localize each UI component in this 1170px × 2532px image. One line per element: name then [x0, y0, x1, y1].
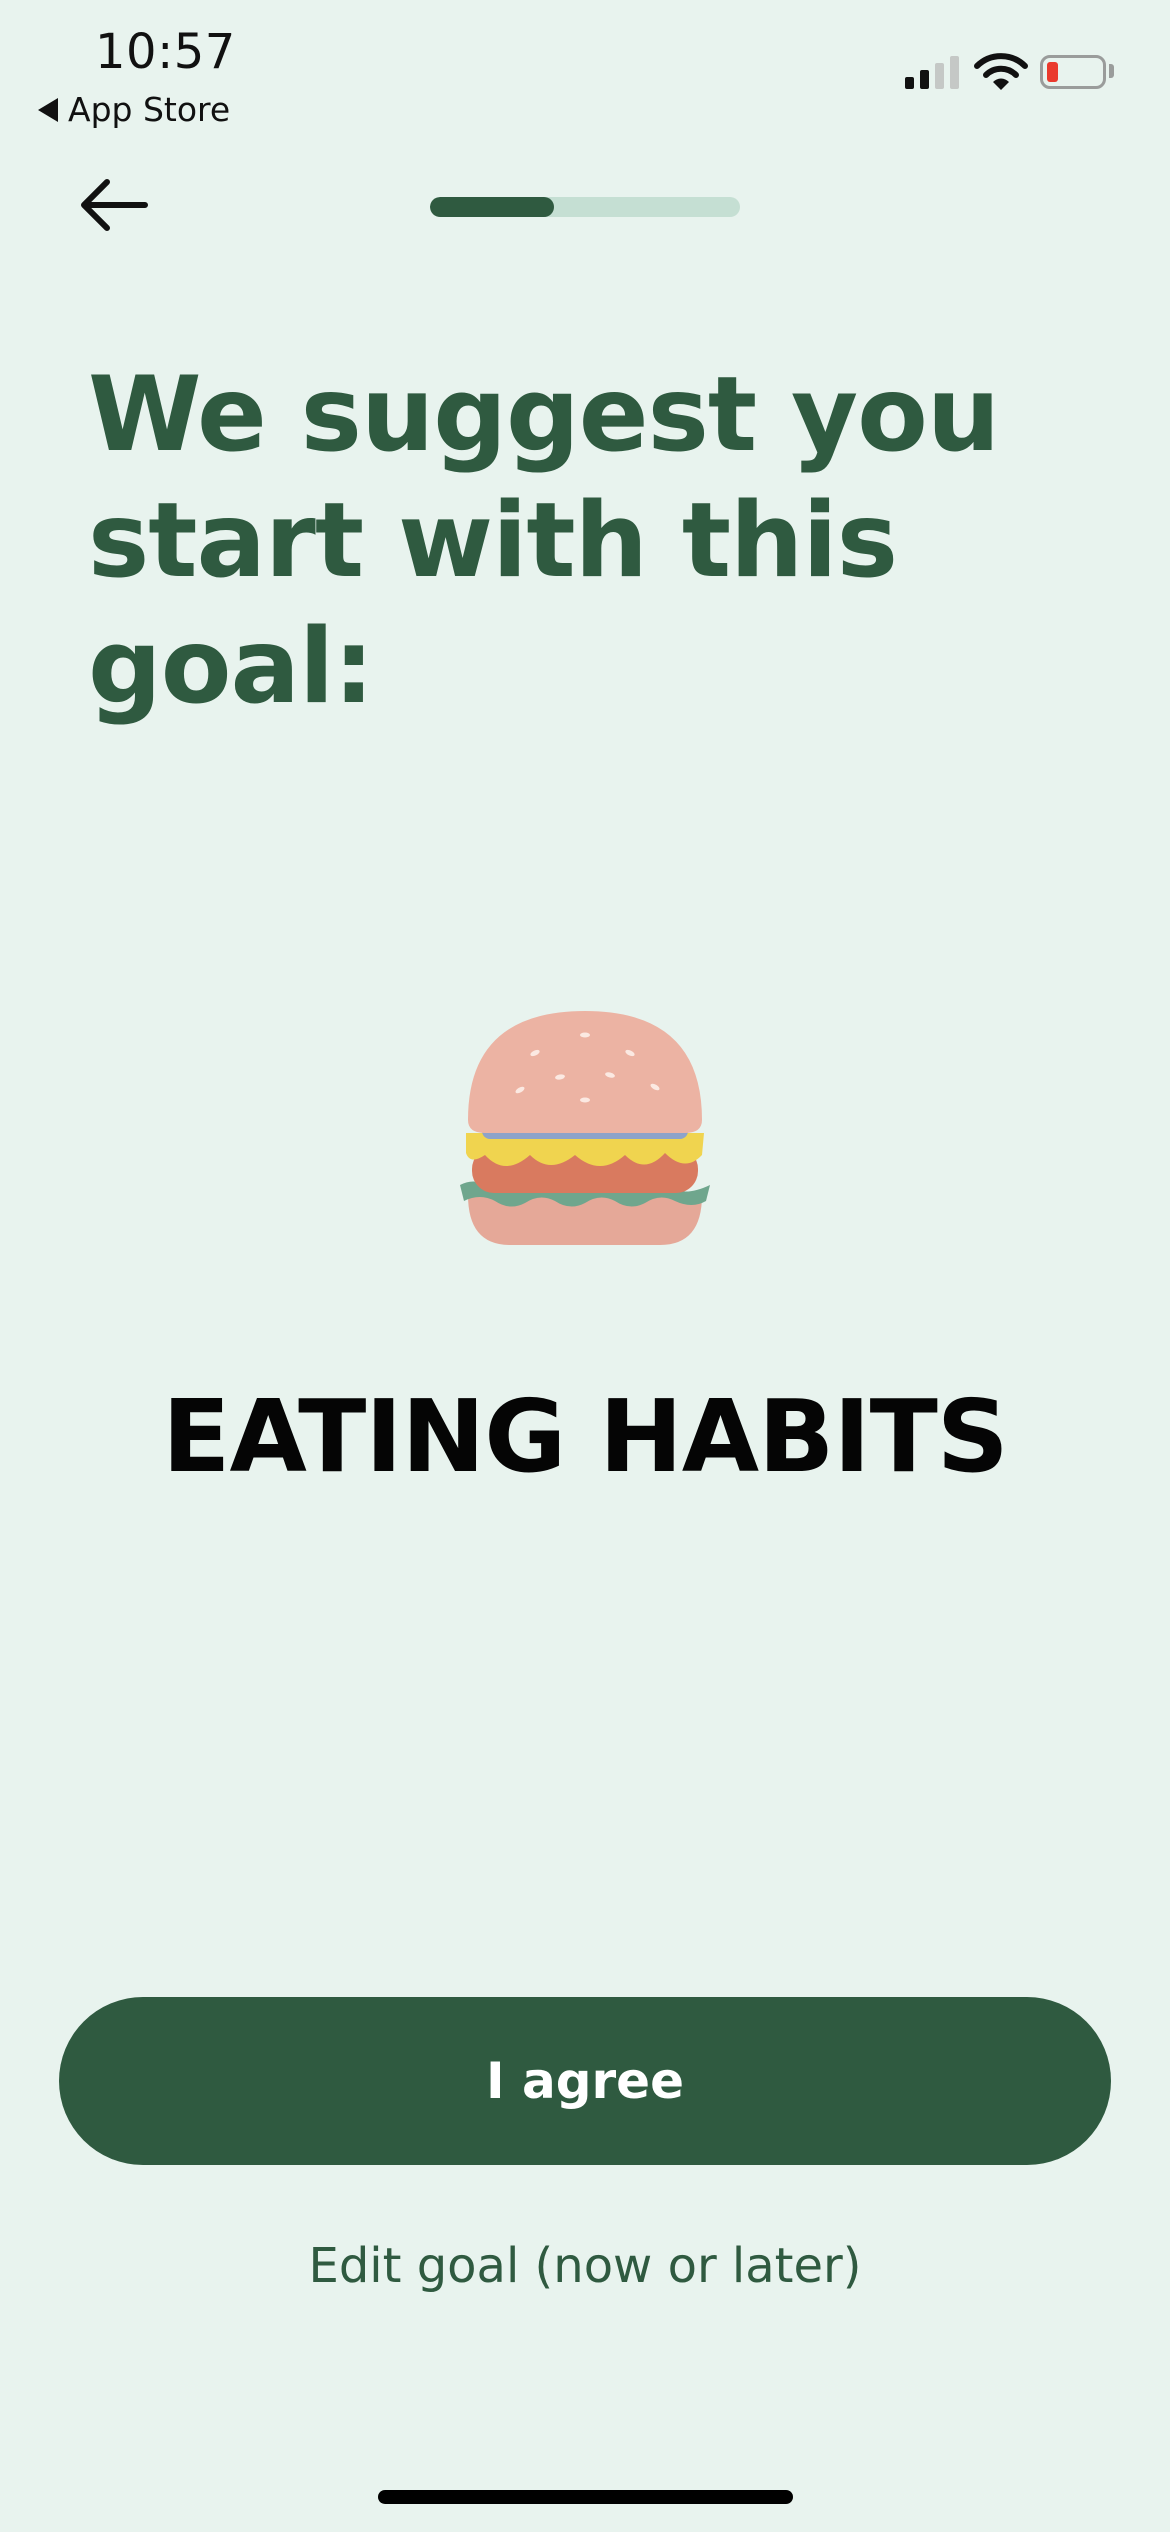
battery-level — [1047, 62, 1058, 82]
battery-cap — [1109, 64, 1114, 78]
edit-goal-link[interactable]: Edit goal (now or later) — [0, 2238, 1170, 2294]
progress-fill — [430, 197, 554, 217]
back-to-app-store[interactable]: App Store — [38, 90, 230, 129]
onboarding-progress-bar — [430, 197, 740, 217]
agree-button[interactable]: I agree — [59, 1997, 1111, 2165]
arrow-left-icon[interactable] — [75, 170, 155, 240]
title-line-1: We suggest you — [88, 355, 1000, 475]
wifi-icon — [974, 53, 1028, 90]
title-line-2: start with this goal: — [88, 481, 898, 727]
cellular-signal-icon — [905, 56, 959, 89]
status-time: 10:57 — [95, 24, 236, 80]
back-triangle-icon — [38, 97, 58, 122]
back-app-label: App Store — [68, 90, 231, 129]
burger-icon — [460, 1011, 710, 1245]
battery-icon — [1040, 55, 1106, 89]
home-indicator — [378, 2490, 793, 2504]
page-title: We suggest you start with this goal: — [88, 352, 1088, 730]
goal-name: EATING HABITS — [162, 1378, 1009, 1495]
